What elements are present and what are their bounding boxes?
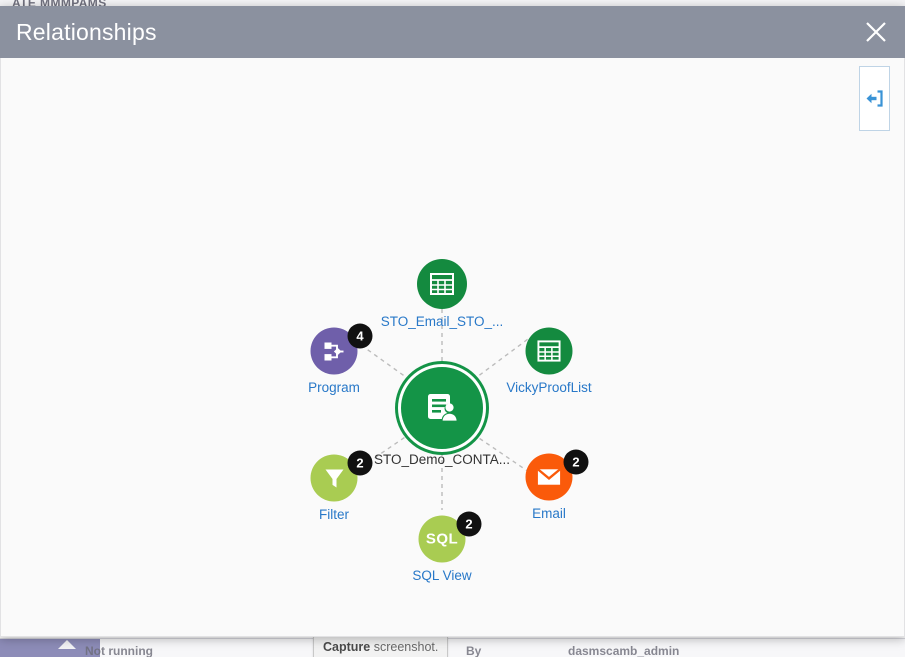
node-center-label[interactable]: STO_Demo_CONTA... (374, 452, 510, 467)
node-filter-badge[interactable]: 2 (347, 450, 373, 476)
capture-tooltip-bold: Capture (323, 640, 371, 654)
capture-tooltip-rest: screenshot. (373, 640, 439, 654)
capture-screenshot-tooltip: Capture screenshot. (313, 636, 449, 657)
relationships-dialog: Relationships STO_Demo_CONTA... STO_Emai… (0, 6, 905, 637)
background-by-label: By (466, 644, 482, 657)
table-icon[interactable] (525, 327, 573, 375)
dialog-header: Relationships (0, 6, 905, 58)
node-sto-email-sto-label[interactable]: STO_Email_STO_... (381, 314, 504, 329)
table-icon[interactable] (417, 259, 467, 309)
node-sql-view-label[interactable]: SQL View (412, 568, 471, 583)
contact-record-icon[interactable] (398, 364, 486, 452)
node-email-label[interactable]: Email (532, 506, 566, 521)
node-email-badge[interactable]: 2 (563, 449, 589, 475)
node-sql-view-badge[interactable]: 2 (456, 511, 482, 537)
node-vickyprooflist-label[interactable]: VickyProofList (506, 380, 591, 395)
background-bottom-row: Not running By dasmscamb_admin (0, 638, 905, 657)
collapse-panel-icon[interactable] (859, 66, 890, 131)
background-status-text: Not running (85, 644, 153, 657)
node-filter-label[interactable]: Filter (319, 507, 349, 522)
node-program-label[interactable]: Program (308, 380, 360, 395)
relationship-graph: STO_Demo_CONTA... STO_Email_STO_... Vick… (1, 58, 904, 636)
dialog-body: STO_Demo_CONTA... STO_Email_STO_... Vick… (0, 58, 905, 637)
dialog-title: Relationships (16, 18, 157, 45)
screen-root: ATE MMMPAMS Not running By dasmscamb_adm… (0, 0, 905, 657)
background-user-name: dasmscamb_admin (568, 644, 680, 657)
node-program-badge[interactable]: 4 (347, 323, 373, 349)
edge-center-vickyprooflist (472, 338, 529, 381)
sql-glyph-text: SQL (425, 530, 459, 548)
close-icon[interactable] (859, 15, 893, 49)
